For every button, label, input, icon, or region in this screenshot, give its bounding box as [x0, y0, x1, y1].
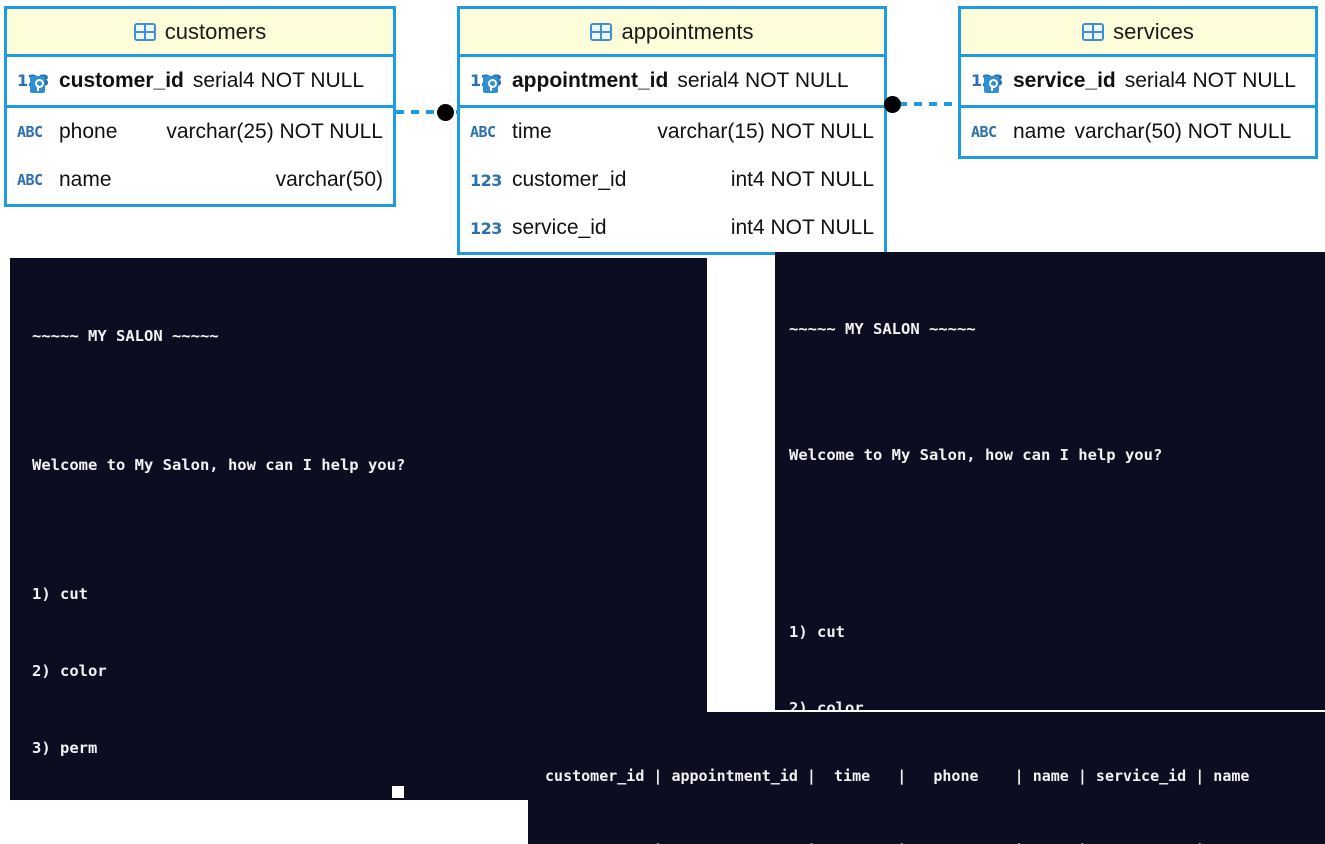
- sql-result-panel[interactable]: customer_id | appointment_id | time | ph…: [528, 712, 1325, 844]
- erd-table-appointments[interactable]: appointments 123 appointment_id serial4 …: [457, 6, 887, 255]
- erd-field-row[interactable]: 123 service_id int4 NOT NULL: [460, 204, 884, 252]
- erd-table-header-services: services: [961, 9, 1315, 57]
- erd-table-services[interactable]: services 123 service_id serial4 NOT NULL…: [958, 6, 1318, 159]
- primary-key-number-icon: 123: [470, 68, 504, 94]
- primary-key-number-icon: 123: [17, 68, 51, 94]
- erd-field-name: name: [1013, 120, 1066, 143]
- erd-field-name: service_id: [1013, 69, 1116, 92]
- terminal-line: 2) color: [789, 699, 864, 710]
- abc-text-icon: ABC: [17, 123, 43, 141]
- erd-table-header-customers: customers: [7, 9, 393, 57]
- erd-field-row[interactable]: ABC name varchar(50) NOT NULL: [961, 108, 1315, 156]
- erd-pk-section-services: 123 service_id serial4 NOT NULL: [961, 57, 1315, 108]
- erd-field-name: phone: [59, 120, 118, 143]
- erd-field-type: varchar(50): [275, 168, 383, 191]
- abc-text-icon: ABC: [470, 123, 496, 141]
- erd-table-title: services: [1113, 18, 1194, 44]
- sql-header-row: customer_id | appointment_id | time | ph…: [536, 767, 1250, 785]
- relation-customers-appointments: [396, 104, 458, 121]
- screenshot-root: customers 123 customer_id serial4 NOT NU…: [0, 0, 1325, 844]
- terminal-cursor-left: [392, 786, 404, 798]
- terminal-line: 2) color: [32, 661, 107, 680]
- erd-field-name: service_id: [512, 216, 607, 239]
- erd-table-title: customers: [164, 18, 267, 44]
- abc-text-icon: ABC: [17, 171, 43, 189]
- primary-key-number-icon: 123: [971, 68, 1005, 94]
- terminal-line: Welcome to My Salon, how can I help you?: [789, 446, 1163, 465]
- table-grid-icon: [133, 22, 156, 41]
- erd-field-type: serial4 NOT NULL: [192, 69, 365, 92]
- abc-text-icon: ABC: [971, 123, 997, 141]
- table-grid-icon: [590, 22, 613, 41]
- erd-field-type: varchar(25) NOT NULL: [166, 120, 383, 143]
- erd-field-type: varchar(15) NOT NULL: [657, 120, 874, 143]
- erd-pk-section-appointments: 123 appointment_id serial4 NOT NULL: [460, 57, 884, 108]
- terminal-line: 1) cut: [789, 623, 845, 642]
- erd-fields-section-services: ABC name varchar(50) NOT NULL: [961, 108, 1315, 156]
- erd-table-header-appointments: appointments: [460, 9, 884, 57]
- terminal-right[interactable]: ~~~~~ MY SALON ~~~~~ Welcome to My Salon…: [775, 252, 1325, 710]
- service-menu: 1) cut 2) color 3) perm 4) style 5) trim…: [789, 570, 1325, 710]
- number-icon: 123: [470, 218, 502, 238]
- erd-field-type: varchar(50) NOT NULL: [1074, 120, 1292, 143]
- terminal-line: ~~~~~ MY SALON ~~~~~: [32, 326, 219, 345]
- terminal-line: 1) cut: [32, 584, 88, 603]
- erd-table-title: appointments: [621, 18, 754, 44]
- sql-separator-row: -------------+----------------+---------…: [536, 836, 1325, 844]
- erd-field-row[interactable]: 123 customer_id serial4 NOT NULL: [7, 57, 393, 105]
- table-grid-icon: [1082, 22, 1105, 41]
- erd-field-name: customer_id: [59, 69, 184, 92]
- erd-field-name: appointment_id: [512, 69, 669, 92]
- erd-field-name: customer_id: [512, 168, 627, 191]
- erd-field-row[interactable]: 123 service_id serial4 NOT NULL: [961, 57, 1315, 105]
- number-icon: 123: [470, 170, 502, 190]
- erd-field-type: int4 NOT NULL: [730, 168, 874, 191]
- terminal-line: Welcome to My Salon, how can I help you?: [32, 455, 406, 474]
- erd-field-row[interactable]: ABC name varchar(50): [7, 156, 393, 204]
- erd-field-row[interactable]: ABC phone varchar(25) NOT NULL: [7, 108, 393, 156]
- erd-pk-section-customers: 123 customer_id serial4 NOT NULL: [7, 57, 393, 108]
- erd-field-name: time: [512, 120, 552, 143]
- erd-field-name: name: [59, 168, 112, 191]
- terminal-line: ~~~~~ MY SALON ~~~~~: [789, 319, 976, 338]
- erd-fields-section-appointments: ABC time varchar(15) NOT NULL 123 custom…: [460, 108, 884, 252]
- erd-fields-section-customers: ABC phone varchar(25) NOT NULL ABC name …: [7, 108, 393, 204]
- erd-field-type: serial4 NOT NULL: [677, 69, 849, 92]
- erd-field-type: serial4 NOT NULL: [1124, 69, 1296, 92]
- erd-field-row[interactable]: ABC time varchar(15) NOT NULL: [460, 108, 884, 156]
- relation-appointments-services: [884, 96, 960, 113]
- erd-table-customers[interactable]: customers 123 customer_id serial4 NOT NU…: [4, 6, 396, 207]
- erd-field-row[interactable]: 123 appointment_id serial4 NOT NULL: [460, 57, 884, 105]
- erd-field-row[interactable]: 123 customer_id int4 NOT NULL: [460, 156, 884, 204]
- erd-field-type: int4 NOT NULL: [730, 216, 874, 239]
